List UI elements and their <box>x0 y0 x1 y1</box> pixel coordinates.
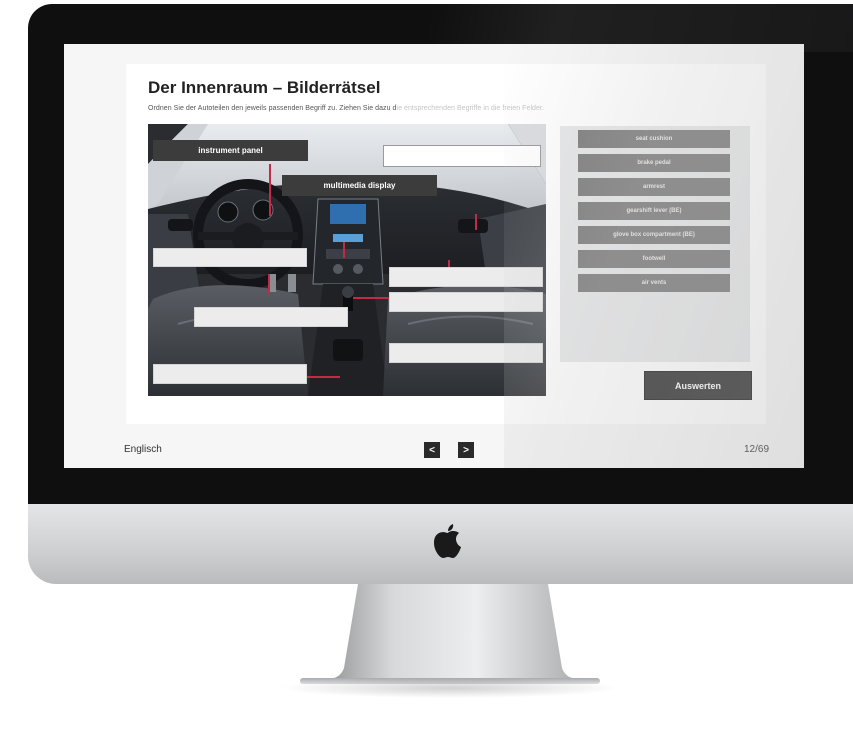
instruction-text: Ordnen Sie der Autoteilen den jeweils pa… <box>148 105 544 112</box>
instruction-faded: ie entsprechenden Begriffe in die freien… <box>396 105 544 112</box>
instruction-main: Ordnen Sie der Autoteilen den jeweils pa… <box>148 105 397 112</box>
page-title: Der Innenraum – Bilderrätsel <box>148 78 381 97</box>
connector-line <box>353 297 391 299</box>
next-page-button[interactable]: > <box>458 442 474 458</box>
screen: Der Innenraum – Bilderrätsel Ordnen Sie … <box>64 44 804 468</box>
monitor-stand <box>280 584 620 698</box>
drop-zone[interactable] <box>194 307 348 327</box>
car-interior-image: instrument panel multimedia display <box>148 124 546 396</box>
word-chip-seat-cushion[interactable]: seat cushion <box>578 130 730 148</box>
connector-line <box>269 164 271 216</box>
word-chip-air-vents[interactable]: air vents <box>578 274 730 292</box>
word-chip-gearshift-lever[interactable]: gearshift lever (BE) <box>578 202 730 220</box>
drop-zone[interactable] <box>383 145 541 167</box>
word-chip-armrest[interactable]: armrest <box>578 178 730 196</box>
label-multimedia-display[interactable]: multimedia display <box>282 175 437 196</box>
drop-zone[interactable] <box>153 364 307 384</box>
connector-line <box>475 214 477 230</box>
connector-line <box>343 242 345 258</box>
label-instrument-panel[interactable]: instrument panel <box>153 140 308 161</box>
word-chip-footwell[interactable]: footwell <box>578 250 730 268</box>
word-chip-brake-pedal[interactable]: brake pedal <box>578 154 730 172</box>
drop-zone[interactable] <box>153 248 307 267</box>
connector-line <box>268 274 270 294</box>
word-chip-glove-box[interactable]: glove box compartment (BE) <box>578 226 730 244</box>
word-bank: seat cushion brake pedal armrest gearshi… <box>560 126 750 362</box>
page-counter: 12/69 <box>744 444 770 455</box>
drop-zone[interactable] <box>389 267 543 287</box>
apple-logo-icon <box>434 524 461 558</box>
drop-zone[interactable] <box>389 343 543 363</box>
prev-page-button[interactable]: < <box>424 442 440 458</box>
language-label: Englisch <box>124 444 162 455</box>
evaluate-button[interactable]: Auswerten <box>644 371 752 400</box>
drop-zone[interactable] <box>389 292 543 312</box>
